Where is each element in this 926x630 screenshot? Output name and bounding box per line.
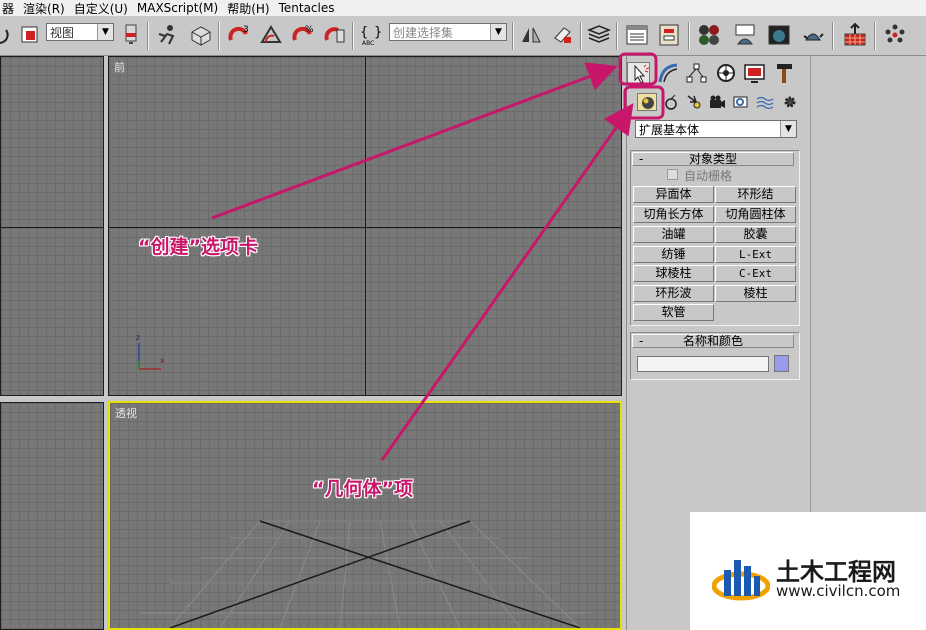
watermark-url: www.civilcn.com	[776, 582, 901, 600]
annotation-create-tab: “创建”选项卡	[138, 236, 258, 258]
civilcn-logo-icon	[712, 560, 770, 601]
arrow-to-geometry-item	[380, 103, 634, 461]
arrow-to-create-tab	[211, 62, 618, 220]
watermark: 土木工程网 www.civilcn.com	[690, 512, 926, 630]
create-tab-highlight	[618, 52, 658, 86]
annotation-geometry-item: “几何体”项	[312, 478, 413, 500]
geometry-item-highlight	[623, 85, 665, 120]
